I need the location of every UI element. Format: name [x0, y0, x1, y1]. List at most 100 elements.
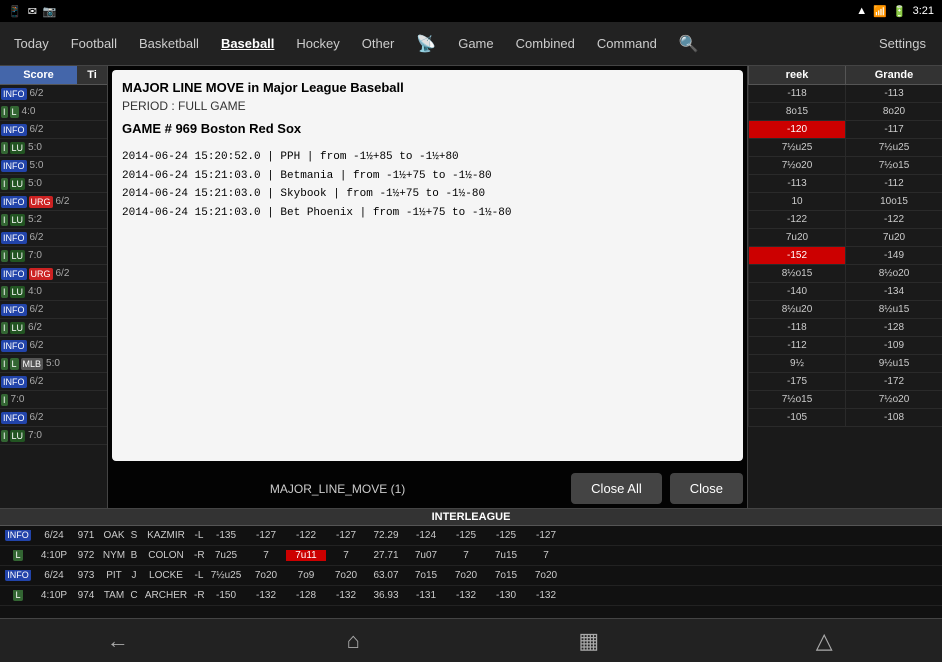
score-row: INFO 6/2 [0, 337, 107, 355]
info-btn[interactable]: INFO [1, 340, 27, 352]
right-data-row: 7½o15 7½o20 [748, 391, 942, 409]
right-data-row: 8½o15 8½o20 [748, 265, 942, 283]
team-cell: OAK [100, 530, 128, 541]
nav-settings[interactable]: Settings [867, 30, 938, 57]
popup-title: MAJOR LINE MOVE in Major League Baseball [122, 80, 733, 95]
close-button[interactable]: Close [670, 473, 743, 504]
score-row: I LU 7:0 [0, 247, 107, 265]
main-area: Score Ti INFO 6/2 I L 4:0 INFO 6/2 I LU … [0, 66, 942, 508]
urg-btn[interactable]: URG [29, 268, 53, 280]
s6-cell: -132 [446, 590, 486, 601]
right-data-row: 7u20 7u20 [748, 229, 942, 247]
score-row: I L 4:0 [0, 103, 107, 121]
popup-period: PERIOD : FULL GAME [122, 99, 733, 113]
info-btn[interactable]: INFO [1, 196, 27, 208]
right-cell-c1: 7½o15 [748, 391, 845, 408]
nav-combined[interactable]: Combined [506, 30, 585, 57]
right-data-row: -175 -172 [748, 373, 942, 391]
s1-cell: -132 [246, 590, 286, 601]
right-cell-c2: 7½u25 [845, 139, 942, 156]
camera-icon: 📷 [43, 5, 57, 18]
nav-basketball[interactable]: Basketball [129, 30, 209, 57]
score-row: INFO URG 6/2 [0, 193, 107, 211]
nav-hockey[interactable]: Hockey [286, 30, 349, 57]
team-cell: PIT [100, 570, 128, 581]
info-btn[interactable]: INFO [1, 232, 27, 244]
search-icon[interactable]: 🔍 [669, 28, 709, 60]
wifi-icon: 📶 [873, 5, 887, 18]
s4-cell: 36.93 [366, 590, 406, 601]
nav-baseball[interactable]: Baseball [211, 30, 284, 57]
name-cell: LOCKE [140, 570, 192, 581]
radio-icon[interactable]: 📡 [406, 28, 446, 60]
rl-cell: -R [192, 590, 206, 601]
info-btn[interactable]: INFO [1, 160, 27, 172]
name-cell: ARCHER [140, 590, 192, 601]
up-button[interactable]: △ [799, 621, 849, 661]
table-row: INFO 6/24 971 OAK S KAZMIR -L -135 -127 … [0, 526, 942, 546]
nav-game[interactable]: Game [448, 30, 503, 57]
num-cell: 973 [72, 570, 100, 581]
right-cell-c2: 8½o20 [845, 265, 942, 282]
bottom-table-header: INTERLEAGUE [0, 509, 942, 526]
nav-football[interactable]: Football [61, 30, 127, 57]
move-row-1: 2014-06-24 15:20:52.0 | PPH | from -1½+8… [122, 148, 733, 167]
right-data-row: -152 -149 [748, 247, 942, 265]
right-cell-c1: 7u20 [748, 229, 845, 246]
mlb-btn[interactable]: MLB [21, 358, 44, 370]
info-btn[interactable]: INFO [1, 412, 27, 424]
score-row: I 7:0 [0, 391, 107, 409]
right-cell-c2: -109 [845, 337, 942, 354]
right-cell-c1: 8½u20 [748, 301, 845, 318]
score-row: INFO 6/2 [0, 85, 107, 103]
info-btn[interactable]: INFO [1, 268, 27, 280]
info-cell[interactable]: INFO [0, 530, 36, 541]
right-cell-c1: 9½ [748, 355, 845, 372]
s5-cell: -124 [406, 530, 446, 541]
apps-button[interactable]: ▦ [564, 621, 614, 661]
score-row: INFO 6/2 [0, 121, 107, 139]
info-cell[interactable]: INFO [0, 570, 36, 581]
right-cell-c1: -140 [748, 283, 845, 300]
back-button[interactable]: ← [93, 621, 143, 661]
score-row: INFO 6/2 [0, 301, 107, 319]
home-button[interactable]: ⌂ [328, 621, 378, 661]
info-btn[interactable]: INFO [1, 304, 27, 316]
table-row: INFO 6/24 973 PIT J LOCKE -L 7½u25 7o20 … [0, 566, 942, 586]
nav-command[interactable]: Command [587, 30, 667, 57]
s5-cell: -131 [406, 590, 446, 601]
nav-today[interactable]: Today [4, 30, 59, 57]
info-btn[interactable]: INFO [1, 124, 27, 136]
score-row: I LU 7:0 [0, 427, 107, 445]
pl-cell: S [128, 530, 140, 541]
right-data-row: -122 -122 [748, 211, 942, 229]
right-cell-c2: -112 [845, 175, 942, 192]
s4-cell: 72.29 [366, 530, 406, 541]
right-cell-c1: -122 [748, 211, 845, 228]
close-all-button[interactable]: Close All [571, 473, 662, 504]
popup-game: GAME # 969 Boston Red Sox [122, 121, 733, 136]
popup-moves: 2014-06-24 15:20:52.0 | PPH | from -1½+8… [122, 148, 733, 451]
s3-cell: 7o20 [326, 570, 366, 581]
status-bar-left: 📱 ✉ 📷 [8, 5, 57, 18]
right-cell-c2: 7½o15 [845, 157, 942, 174]
info-btn[interactable]: INFO [1, 376, 27, 388]
urg-btn[interactable]: URG [29, 196, 53, 208]
s2-cell: -128 [286, 590, 326, 601]
status-bar: 📱 ✉ 📷 ▲ 📶 🔋 3:21 [0, 0, 942, 22]
info-btn[interactable]: INFO [1, 88, 27, 100]
nav-other[interactable]: Other [352, 30, 405, 57]
right-cell-c2: -134 [845, 283, 942, 300]
s1-cell: 7o20 [246, 570, 286, 581]
right-cell-c2: -108 [845, 409, 942, 426]
right-cell-c1: -118 [748, 85, 845, 102]
right-cell-c2: -117 [845, 121, 942, 138]
s3-cell: -132 [326, 590, 366, 601]
right-cell-c1: -105 [748, 409, 845, 426]
right-cell-c1: -118 [748, 319, 845, 336]
right-data-row: -120 -117 [748, 121, 942, 139]
s5-cell: 7o15 [406, 570, 446, 581]
signal-icon: ▲ [856, 5, 867, 17]
s6-cell: 7o20 [446, 570, 486, 581]
nav-bar: Today Football Basketball Baseball Hocke… [0, 22, 942, 66]
